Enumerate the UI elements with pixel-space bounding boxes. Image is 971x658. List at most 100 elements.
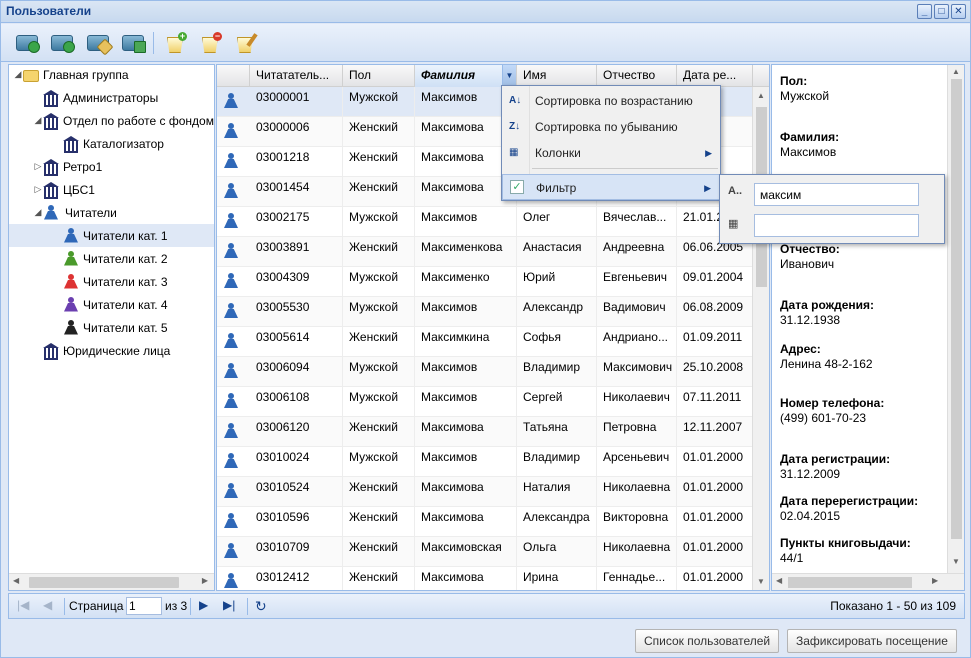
detail-value: 02.04.2015 [780, 509, 841, 523]
add-user-alt-button[interactable] [48, 30, 76, 56]
minimize-button[interactable]: _ [917, 4, 932, 19]
page-number-input[interactable] [126, 597, 162, 615]
clear-bucket-button[interactable] [232, 30, 260, 56]
scroll-right-icon[interactable]: ▶ [932, 576, 938, 585]
table-row[interactable]: 03006108 Мужской Максимов Сергей Николаевич 0… [217, 387, 753, 417]
tree-item[interactable]: ◢ Отдел по работе с фондом [9, 109, 214, 132]
tree-item[interactable]: ◢ Главная группа [9, 63, 214, 86]
page-label: Страница [69, 599, 124, 613]
scroll-up-icon[interactable]: ▲ [952, 67, 960, 76]
column-menu-trigger-icon[interactable]: ▼ [502, 65, 516, 87]
table-row[interactable]: 03005530 Мужской Максимов Александр Вадимови… [217, 297, 753, 327]
scroll-right-icon[interactable]: ▶ [202, 576, 208, 585]
expand-arrow-icon[interactable]: ▷ [33, 184, 43, 195]
brush-icon [246, 33, 258, 47]
table-row[interactable]: 03006120 Женский Максимова Татьяна Петровна 1… [217, 417, 753, 447]
scroll-up-icon[interactable]: ▲ [757, 91, 765, 100]
column-header[interactable]: Дата ре... [677, 65, 753, 87]
table-row[interactable]: 03005614 Женский Максимкина Софья Андриано..… [217, 327, 753, 357]
table-cell: Олег [517, 207, 597, 237]
table-cell: Николаевич [597, 387, 677, 417]
table-row[interactable]: 03010709 Женский Максимовская Ольга Николаев… [217, 537, 753, 567]
close-button[interactable]: ✕ [951, 4, 966, 19]
add-to-bucket-button[interactable]: + [162, 30, 190, 56]
table-row[interactable]: 03012412 Женский Максимова Ирина Геннадье...… [217, 567, 753, 590]
table-cell: Ирина [517, 567, 597, 590]
group-tree: ◀ ▶ ◢ Главная группа Администраторы ◢ Отдел … [8, 64, 215, 591]
table-row[interactable]: 03004309 Мужской Максименко Юрий Евгеньевич 0… [217, 267, 753, 297]
tree-item[interactable]: Каталогизатор [9, 132, 214, 155]
tree-item[interactable]: Читатели кат. 3 [9, 270, 214, 293]
table-cell: Вячеслав... [597, 207, 677, 237]
table-row[interactable]: 03010596 Женский Максимова Александра Виктор… [217, 507, 753, 537]
remove-from-bucket-button[interactable]: − [197, 30, 225, 56]
tree-item[interactable]: Администраторы [9, 86, 214, 109]
tree-item[interactable]: ▷ ЦБС1 [9, 178, 214, 201]
tree-item[interactable]: Читатели кат. 1 [9, 224, 214, 247]
tree-item[interactable]: ▷ Ретро1 [9, 155, 214, 178]
add-user-alt-icon [51, 35, 75, 53]
table-cell: Женский [343, 237, 415, 267]
table-cell: Женский [343, 177, 415, 207]
filter-second-input[interactable] [754, 214, 919, 237]
expand-arrow-icon[interactable]: ◢ [33, 207, 43, 218]
prev-page-icon[interactable]: ◀ [43, 598, 52, 612]
next-page-icon[interactable]: ▶ [199, 598, 208, 612]
column-header[interactable]: Пол [343, 65, 415, 87]
scrollbar-thumb[interactable] [788, 577, 912, 588]
scroll-down-icon[interactable]: ▼ [757, 577, 765, 586]
scroll-left-icon[interactable]: ◀ [13, 576, 19, 585]
first-page-icon[interactable]: |◀ [17, 598, 29, 612]
table-cell: Геннадье... [597, 567, 677, 590]
tree-item[interactable]: Читатели кат. 2 [9, 247, 214, 270]
table-row[interactable]: 03003891 Женский Максименкова Анастасия Андр… [217, 237, 753, 267]
filter-check-icon[interactable]: ✓ [510, 180, 524, 194]
table-cell: 01.01.2000 [677, 507, 753, 537]
tree-item[interactable]: Юридические лица [9, 339, 214, 362]
detail-vertical-scrollbar[interactable]: ▲ ▼ [947, 65, 964, 573]
maximize-button[interactable]: □ [934, 4, 949, 19]
detail-label: Адрес: [780, 342, 821, 356]
table-row[interactable]: 03006094 Мужской Максимов Владимир Максимови… [217, 357, 753, 387]
scroll-down-icon[interactable]: ▼ [952, 557, 960, 566]
detail-label: Отчество: [780, 242, 840, 256]
tree-horizontal-scrollbar[interactable]: ◀ ▶ [9, 573, 214, 590]
detail-horizontal-scrollbar[interactable]: ◀ ▶ [772, 573, 964, 590]
table-cell: 01.09.2011 [677, 327, 753, 357]
expand-arrow-icon[interactable]: ▷ [33, 161, 43, 172]
scrollbar-thumb[interactable] [29, 577, 179, 588]
add-user-button[interactable] [13, 30, 41, 56]
last-page-icon[interactable]: ▶| [223, 598, 235, 612]
edit-user-button[interactable] [84, 30, 112, 56]
table-row[interactable]: 03010024 Мужской Максимов Владимир Арсеньеви… [217, 447, 753, 477]
tree-item[interactable]: ◢ Читатели [9, 201, 214, 224]
table-cell: 03005614 [250, 327, 343, 357]
column-header[interactable]: Имя [517, 65, 597, 87]
reader-icon [223, 453, 239, 469]
tree-item-label: Читатели кат. 4 [83, 297, 168, 312]
menu-item[interactable]: ✓ Фильтр ▶ [502, 174, 720, 200]
table-row[interactable]: 03010524 Женский Максимова Наталия Николаевн… [217, 477, 753, 507]
table-row[interactable]: 03002175 Мужской Максимов Олег Вячеслав... 21… [217, 207, 753, 237]
table-cell: Женский [343, 417, 415, 447]
menu-item[interactable]: Z↓ Сортировка по убыванию [502, 114, 720, 140]
tree-item[interactable]: Читатели кат. 4 [9, 293, 214, 316]
column-header[interactable]: Фамилия ▼ [415, 65, 517, 87]
download-user-button[interactable] [119, 30, 147, 56]
column-header[interactable]: Читататель... [250, 65, 343, 87]
column-header[interactable]: Отчество [597, 65, 677, 87]
refresh-icon[interactable]: ↻ [255, 598, 267, 615]
scrollbar-thumb[interactable] [951, 79, 962, 539]
scroll-left-icon[interactable]: ◀ [776, 576, 782, 585]
expand-arrow-icon[interactable]: ◢ [13, 69, 23, 80]
register-visit-button[interactable]: Зафиксировать посещение [787, 629, 957, 653]
expand-arrow-icon[interactable]: ◢ [33, 115, 43, 126]
user-list-button[interactable]: Список пользователей [635, 629, 780, 653]
detail-label: Дата рождения: [780, 298, 875, 312]
tree-item[interactable]: Читатели кат. 5 [9, 316, 214, 339]
menu-item[interactable]: A↓ Сортировка по возрастанию [502, 88, 720, 114]
menu-item[interactable]: ▦ Колонки ▶ [502, 140, 720, 166]
filter-text-input[interactable] [754, 183, 919, 206]
grid-vertical-scrollbar[interactable]: ▲ ▼ [752, 87, 769, 590]
table-cell: Викторовна [597, 507, 677, 537]
